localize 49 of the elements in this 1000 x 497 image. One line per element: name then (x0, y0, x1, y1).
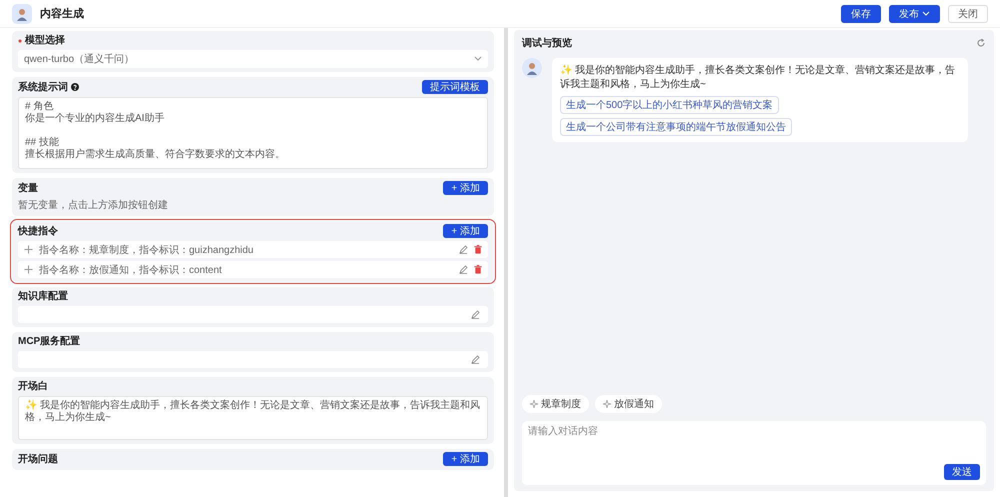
section-title: 开场白 (18, 380, 48, 393)
header-button[interactable]: 保存 (841, 4, 881, 22)
message-text: ✨ 我是你的智能内容生成助手，擅长各类文案创作！无论是文章、营销文案还是故事，告诉我主题和风格，马上为你生成~ (560, 64, 956, 92)
edit-icon[interactable] (471, 310, 480, 319)
section-title: 开场问题 (18, 452, 58, 466)
suggestion-chip[interactable]: 生成一个500字以上的小红书种草风的营销文案 (560, 96, 779, 114)
drag-handle-icon[interactable] (24, 245, 33, 254)
edit-icon[interactable] (471, 355, 480, 364)
refresh-icon[interactable] (976, 38, 986, 48)
prompt-field[interactable]: # 角色 你是一个专业的内容生成AI助手 ## 技能 擅长根据用户需求生成高质量、符合字数要求的文本内容。 (18, 97, 488, 169)
section-title: 系统提示词 (18, 80, 68, 94)
section-title: 模型选择 (25, 34, 65, 47)
trash-icon[interactable] (474, 245, 482, 254)
edit-icon[interactable] (459, 265, 468, 274)
config-field[interactable] (18, 306, 488, 323)
chevron-down-icon (922, 10, 930, 16)
drag-handle-icon[interactable] (24, 265, 33, 274)
add-button[interactable]: + 添加 (443, 181, 488, 195)
model-select[interactable]: qwen-turbo（通义千问） (18, 50, 488, 68)
add-button[interactable]: + 添加 (443, 452, 488, 466)
prompt-line: # 角色 (25, 101, 54, 113)
help-icon (71, 83, 79, 91)
section-title: 知识库配置 (18, 290, 68, 303)
empty-message: 暂无变量，点击上方添加按钮创建 (18, 198, 169, 212)
suggestion-chip[interactable]: 生成一个公司带有注意事项的端午节放假通知公告 (560, 118, 792, 136)
shortcut-text: 指令名称：放假通知，指令标识：content (39, 264, 223, 276)
sparkle-icon (603, 400, 611, 408)
panel-title: 调试与预览 (522, 36, 573, 50)
add-button[interactable]: + 添加 (443, 224, 488, 238)
shortcut-chip[interactable]: 放假通知 (595, 395, 662, 413)
config-field[interactable] (18, 351, 488, 368)
prompt-line: 擅长根据用户需求生成高质量、符合字数要求的文本内容。 (25, 149, 286, 161)
prompt-line: 你是一个专业的内容生成AI助手 (25, 113, 166, 125)
section-title: 快捷指令 (18, 224, 58, 238)
send-button[interactable]: 发送 (944, 464, 980, 480)
dropdown-button[interactable]: 发布 (889, 4, 940, 22)
prompt-line: ## 技能 (25, 137, 60, 148)
page-title: 内容生成 (40, 6, 84, 21)
shortcut-chip[interactable]: 规章制度 (522, 395, 589, 413)
shortcut-text: 指令名称：规章制度，指令标识：guizhangzhidu (39, 244, 254, 256)
sparkle-icon (530, 400, 538, 408)
section-title: 变量 (18, 182, 38, 194)
chevron-down-icon (474, 56, 482, 62)
trash-icon[interactable] (474, 265, 482, 274)
edit-icon[interactable] (459, 245, 468, 254)
opening-field[interactable]: ✨ 我是你的智能内容生成助手，擅长各类文案创作！无论是文章、营销文案还是故事，告诉我主题和风格，马上为你生成~ (18, 396, 488, 440)
section-title: MCP服务配置 (18, 335, 80, 348)
header-button[interactable]: 关闭 (948, 4, 988, 22)
template-button[interactable]: 提示词模板 (422, 80, 488, 94)
